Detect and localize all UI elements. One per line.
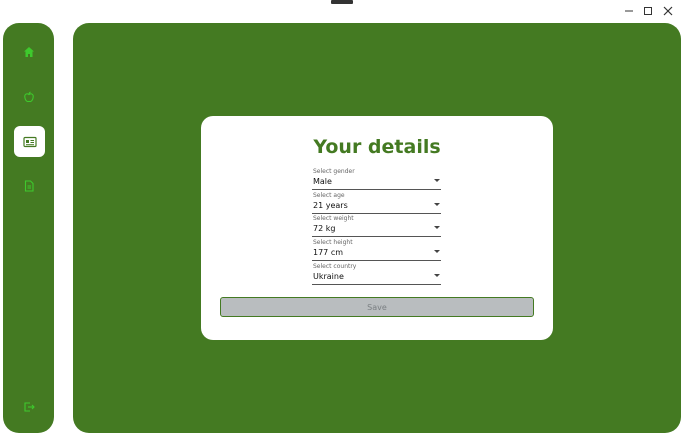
apple-icon xyxy=(24,91,34,103)
sidebar-item-report[interactable] xyxy=(14,171,44,201)
gender-label: Select gender xyxy=(313,168,355,175)
sidebar-item-nutrition[interactable] xyxy=(14,82,44,112)
title-bar[interactable] xyxy=(0,0,685,22)
weight-value: 72 kg xyxy=(313,224,336,233)
sidebar xyxy=(3,23,54,433)
gender-value: Male xyxy=(313,177,332,186)
country-select[interactable]: Select country Ukraine xyxy=(312,263,441,285)
chevron-down-icon xyxy=(434,250,440,253)
country-label: Select country xyxy=(313,263,357,270)
weight-select[interactable]: Select weight 72 kg xyxy=(312,215,441,237)
chevron-down-icon xyxy=(434,203,440,206)
chevron-down-icon xyxy=(434,226,440,229)
height-select[interactable]: Select height 177 cm xyxy=(312,239,441,261)
home-icon xyxy=(24,47,34,57)
drag-handle[interactable] xyxy=(331,0,353,4)
details-card: Your details Select gender Male Select a… xyxy=(201,116,553,340)
country-value: Ukraine xyxy=(313,272,344,281)
sidebar-item-details[interactable] xyxy=(14,126,45,157)
id-card-icon xyxy=(22,136,37,147)
height-label: Select height xyxy=(313,239,353,246)
weight-label: Select weight xyxy=(313,215,354,222)
logout-button[interactable] xyxy=(14,392,44,422)
save-button[interactable]: Save xyxy=(220,297,534,317)
age-select[interactable]: Select age 21 years xyxy=(312,192,441,214)
chevron-down-icon xyxy=(434,179,440,182)
minimize-icon xyxy=(625,10,633,12)
close-icon xyxy=(663,6,673,16)
logout-icon xyxy=(24,402,35,412)
age-value: 21 years xyxy=(313,201,348,210)
height-value: 177 cm xyxy=(313,248,344,257)
page-title: Your details xyxy=(313,136,441,158)
main-panel: Your details Select gender Male Select a… xyxy=(73,23,681,433)
file-icon xyxy=(24,180,34,192)
minimize-button[interactable] xyxy=(622,4,636,18)
maximize-button[interactable] xyxy=(641,4,655,18)
maximize-icon xyxy=(644,7,652,15)
age-label: Select age xyxy=(313,192,345,199)
gender-select[interactable]: Select gender Male xyxy=(312,168,441,190)
chevron-down-icon xyxy=(434,274,440,277)
sidebar-item-home[interactable] xyxy=(14,37,44,67)
close-button[interactable] xyxy=(661,4,675,18)
